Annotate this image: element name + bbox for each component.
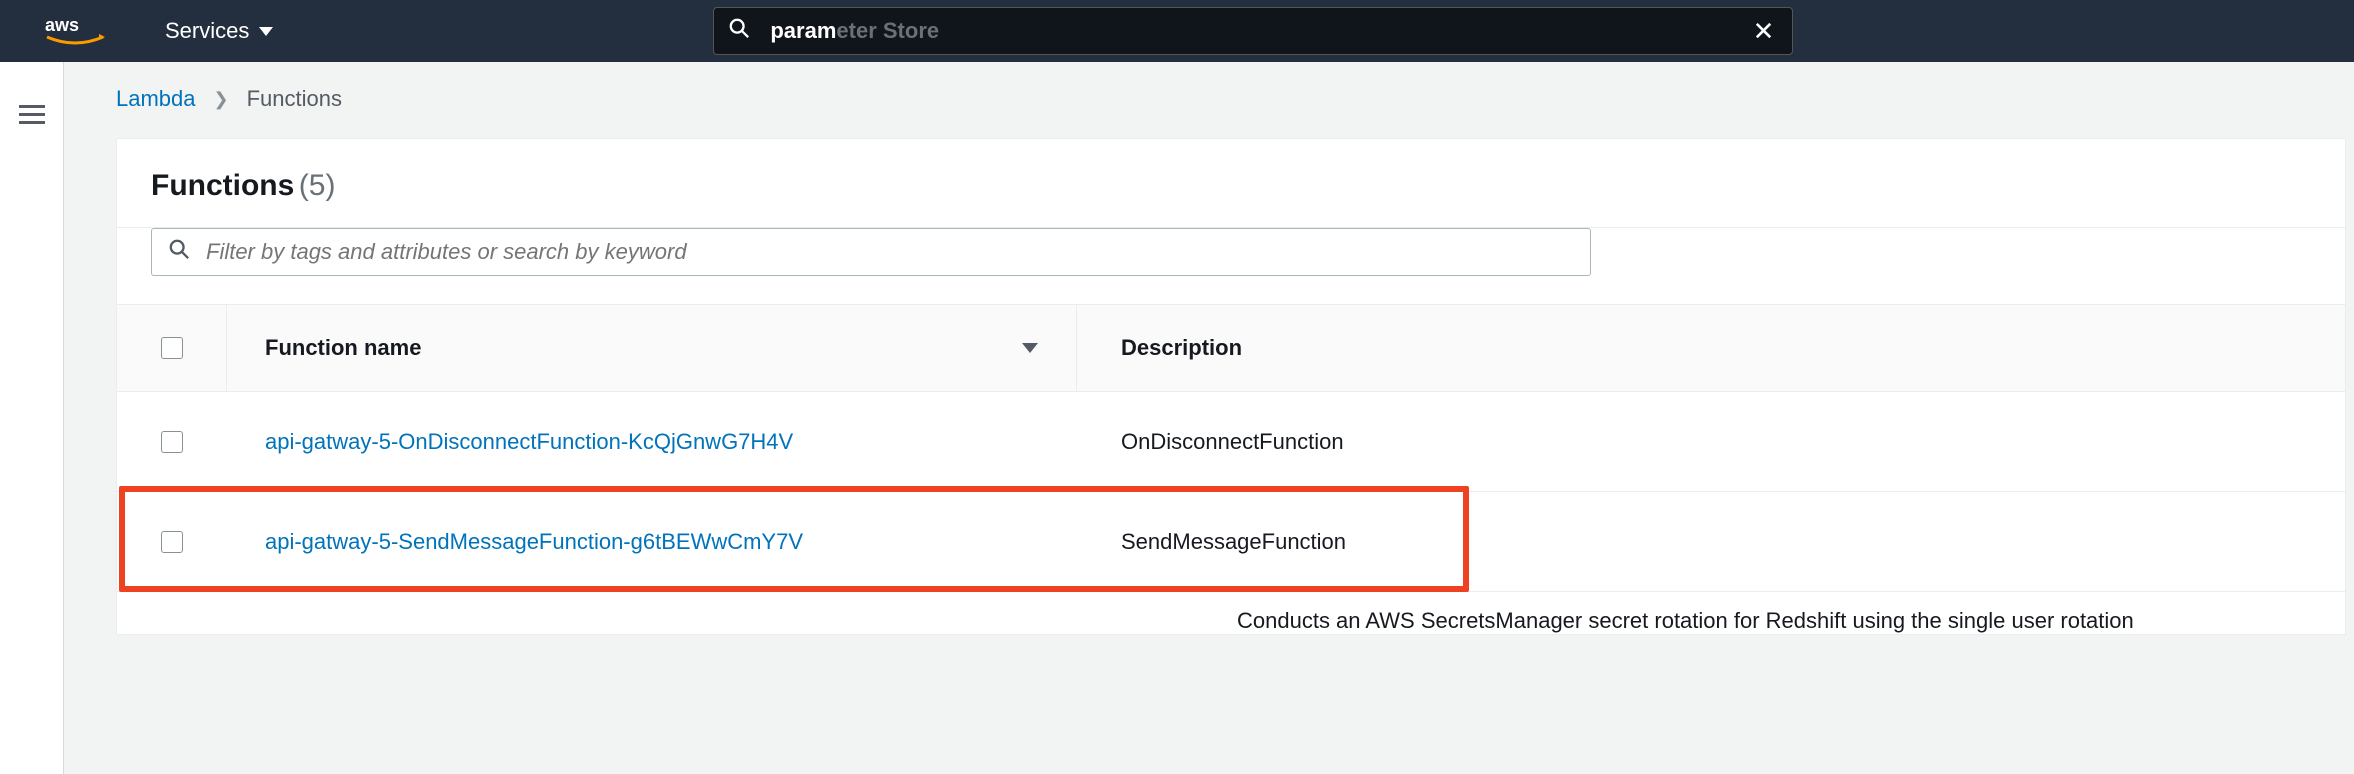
services-label: Services: [165, 18, 249, 44]
services-menu[interactable]: Services: [165, 18, 273, 44]
panel-count: (5): [299, 169, 336, 202]
search-icon: [728, 17, 750, 45]
filter-input[interactable]: [206, 239, 1574, 265]
chevron-right-icon: ❯: [214, 89, 229, 110]
panel-title: Functions: [151, 169, 294, 202]
sort-icon[interactable]: [1022, 343, 1038, 353]
svg-text:aws: aws: [45, 15, 79, 35]
row-checkbox[interactable]: [161, 531, 183, 553]
table-row: api-gatway-5-OnDisconnectFunction-KcQjGn…: [117, 392, 2345, 492]
select-all-cell: [117, 305, 227, 391]
caret-down-icon: [259, 27, 273, 36]
functions-panel: Functions (5) Function name: [116, 138, 2346, 635]
function-name-link[interactable]: api-gatway-5-OnDisconnectFunction-KcQjGn…: [265, 429, 793, 455]
filter-box[interactable]: [151, 228, 1591, 276]
global-search[interactable]: parameter Store ✕: [713, 7, 1793, 55]
breadcrumb-current: Functions: [247, 86, 342, 112]
column-header-function-name[interactable]: Function name: [227, 305, 1077, 391]
global-top-nav: aws Services parameter Store ✕: [0, 0, 2354, 62]
table-header-row: Function name Description: [117, 304, 2345, 392]
breadcrumb: Lambda ❯ Functions: [116, 86, 2354, 112]
row-description: SendMessageFunction: [1077, 529, 1390, 555]
hamburger-icon[interactable]: [19, 100, 45, 774]
function-name-link[interactable]: api-gatway-5-SendMessageFunction-g6tBEWw…: [265, 529, 803, 555]
column-label: Description: [1121, 335, 1242, 360]
clear-search-icon[interactable]: ✕: [1749, 14, 1779, 48]
column-header-description[interactable]: Description: [1077, 335, 2345, 361]
row-description: OnDisconnectFunction: [1077, 429, 1388, 455]
select-all-checkbox[interactable]: [161, 337, 183, 359]
truncated-row-description: Conducts an AWS SecretsManager secret ro…: [117, 592, 2345, 634]
panel-header: Functions (5): [117, 139, 2345, 228]
main-content: Lambda ❯ Functions Functions (5): [64, 62, 2354, 774]
row-checkbox[interactable]: [161, 431, 183, 453]
breadcrumb-root-link[interactable]: Lambda: [116, 86, 196, 112]
search-icon: [168, 238, 190, 266]
aws-logo[interactable]: aws: [45, 13, 105, 49]
global-search-input[interactable]: [764, 18, 1748, 44]
column-label: Function name: [265, 335, 421, 361]
table-row: api-gatway-5-SendMessageFunction-g6tBEWw…: [117, 492, 2345, 592]
left-rail: [0, 62, 64, 774]
